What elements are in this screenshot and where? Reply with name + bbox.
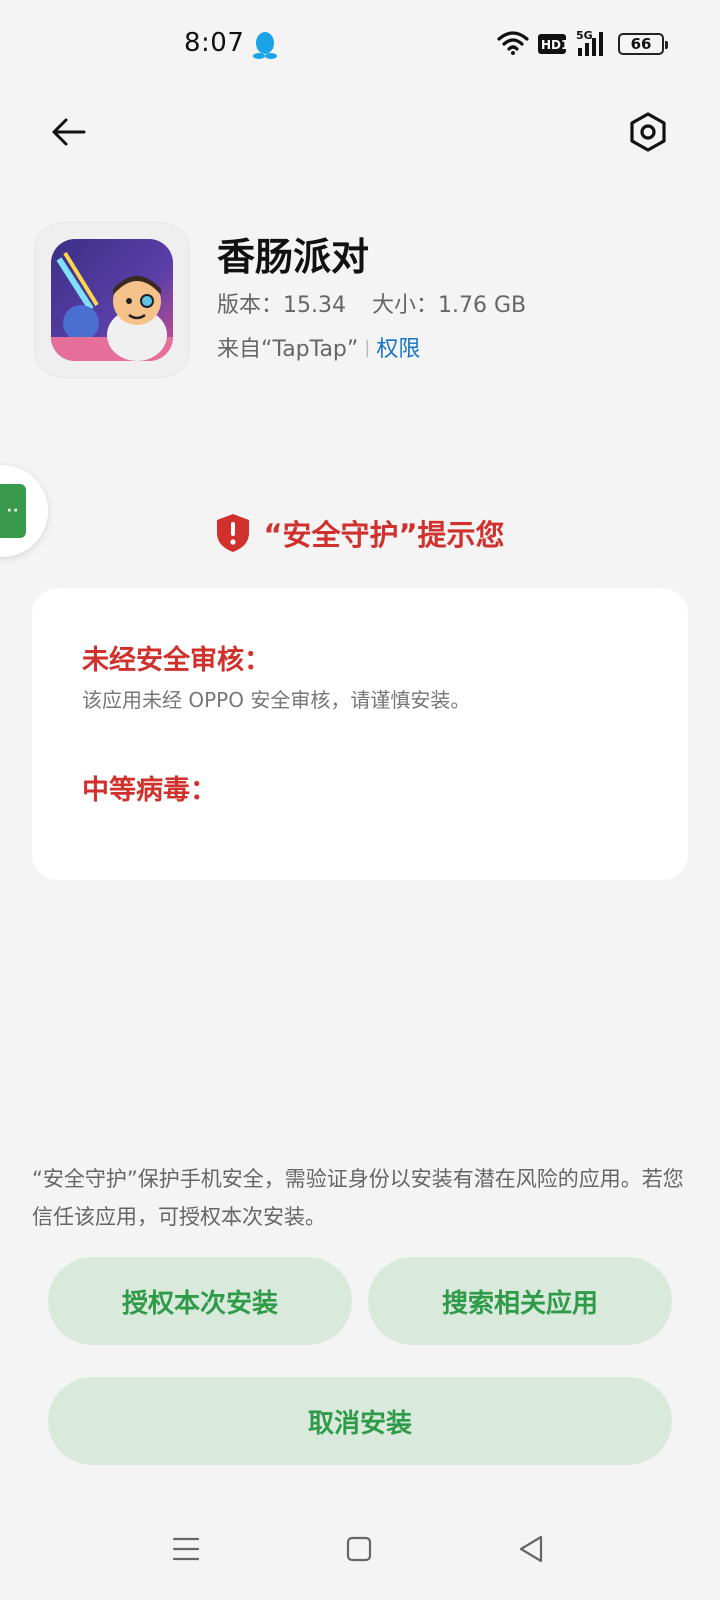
home-icon[interactable] [346,1536,372,1562]
app-source: 来自“TapTap” | 权限 [217,331,420,363]
navigation-bar [0,1520,720,1590]
signal-icon: 5G [576,29,603,56]
back-button[interactable] [44,108,92,156]
security-title: “安全守护”提示您 [263,518,505,552]
app-meta: 版本：15.34 大小：1.76 GB [217,287,526,319]
unreviewed-heading: 未经安全审核： [82,645,271,676]
wifi-icon [497,31,529,55]
app-icon [51,239,173,361]
app-icon-container [34,222,190,378]
battery-icon: 66 [618,33,668,55]
app-source-label: 来自“TapTap” [217,337,359,362]
footer-note: “安全守护”保护手机安全，需验证身份以安装有潜在风险的应用。若您信任该应用，可授… [32,1167,684,1229]
unreviewed-text: 该应用未经 OPPO 安全审核，请谨慎安装。 [82,688,471,712]
status-bar: 8:07 HD1 5G 66 [0,0,720,90]
search-related-apps-button[interactable]: 搜索相关应用 [368,1257,672,1345]
menu-icon[interactable] [172,1536,200,1562]
shield-alert-icon [217,514,250,552]
permission-link[interactable]: 权限 [376,331,420,363]
hd-label: HD1 [541,38,566,52]
status-time: 8:07 [184,28,245,58]
security-header: “安全守护”提示您 [0,512,720,554]
settings-icon [630,112,666,152]
app-version: 版本：15.34 [217,293,346,318]
back-arrow-icon [52,118,86,146]
cancel-install-button[interactable]: 取消安装 [48,1377,672,1465]
virus-heading: 中等病毒： [82,775,217,806]
settings-button[interactable] [624,108,672,156]
screen: 8:07 HD1 5G 66 香肠派对 版本：15.34 大小：1.76 GB … [0,0,720,1600]
app-name: 香肠派对 [217,235,370,279]
qq-icon [253,32,277,59]
app-size: 大小：1.76 GB [371,293,527,318]
warning-card: 未经安全审核： 该应用未经 OPPO 安全审核，请谨慎安装。 中等病毒： [32,588,688,880]
back-icon[interactable] [518,1534,544,1564]
hd-icon: HD1 [538,34,566,54]
divider: | [364,336,371,358]
authorize-install-button[interactable]: 授权本次安装 [48,1257,352,1345]
network-label: 5G [576,29,593,42]
battery-level: 66 [630,35,652,53]
